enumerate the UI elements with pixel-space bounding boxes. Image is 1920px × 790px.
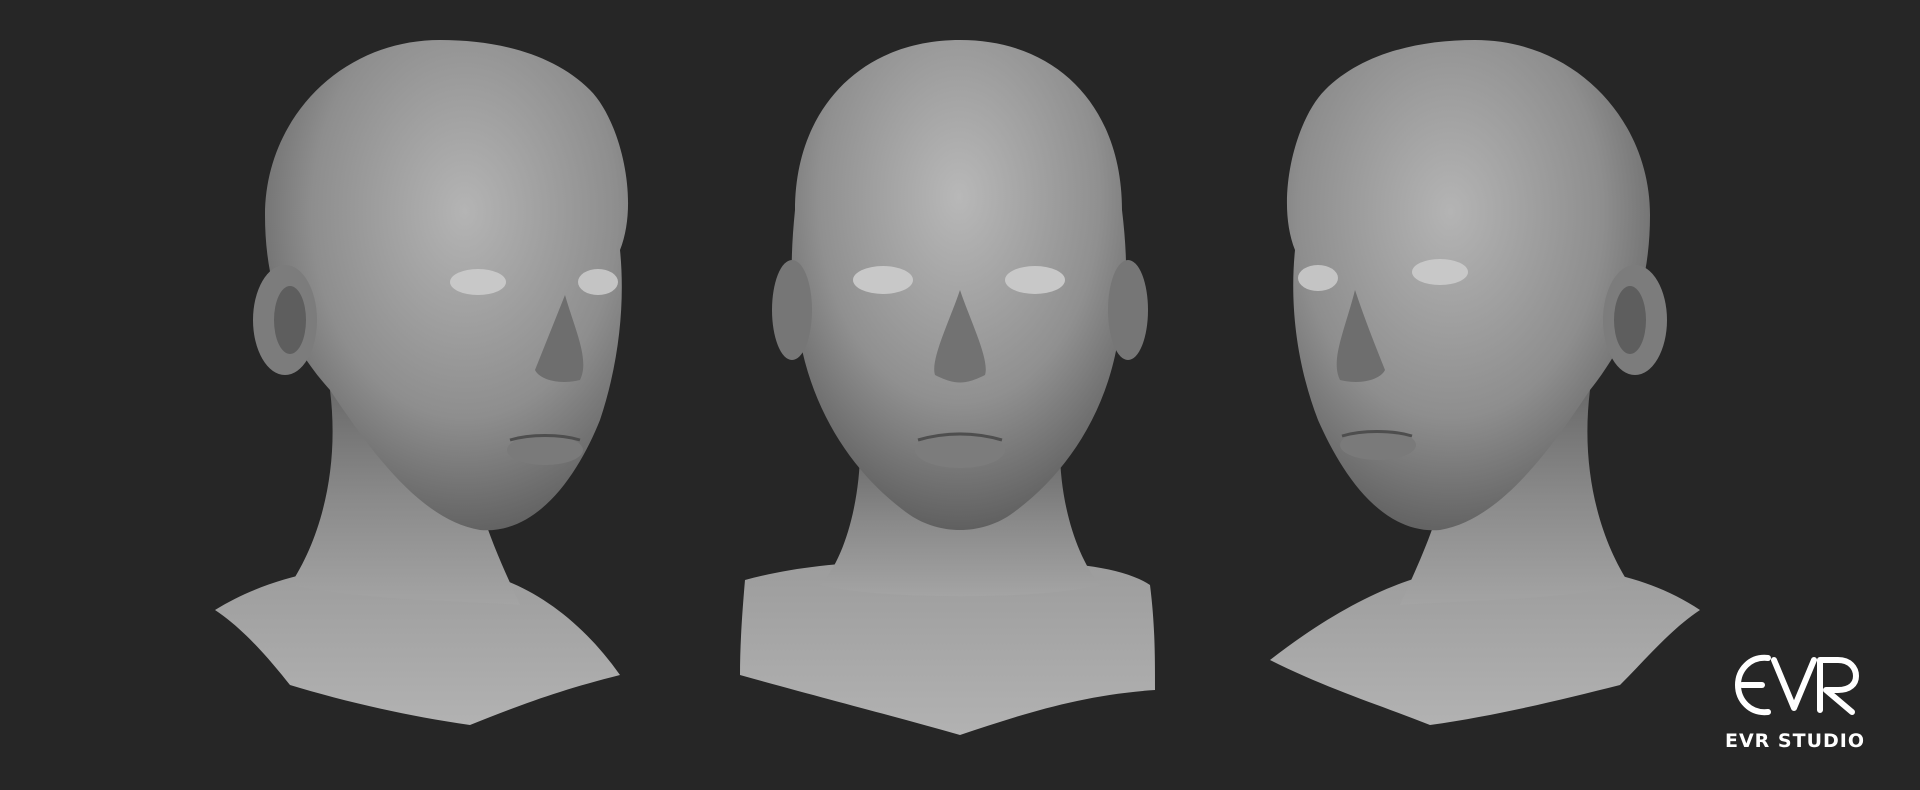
- sculpt-render: [215, 40, 1700, 735]
- head-three-quarter-right: [1270, 40, 1700, 725]
- eye-left-1: [450, 269, 506, 295]
- ear-front-left: [772, 260, 812, 360]
- render-canvas: EVR STUDIO: [0, 0, 1920, 790]
- eye-right-2: [1298, 265, 1338, 291]
- eye-left-2: [578, 269, 618, 295]
- eye-front-2: [1005, 266, 1065, 294]
- evr-logo-icon: [1734, 654, 1859, 716]
- eye-front-1: [853, 266, 913, 294]
- skull-right: [1286, 40, 1650, 531]
- evr-studio-watermark: EVR STUDIO: [1720, 652, 1870, 760]
- eye-right-1: [1412, 259, 1468, 285]
- head-front: [740, 40, 1155, 735]
- studio-name: EVR STUDIO: [1725, 730, 1865, 752]
- lips-left: [507, 435, 583, 465]
- ear-front-right: [1108, 260, 1148, 360]
- head-three-quarter-left: [215, 40, 629, 725]
